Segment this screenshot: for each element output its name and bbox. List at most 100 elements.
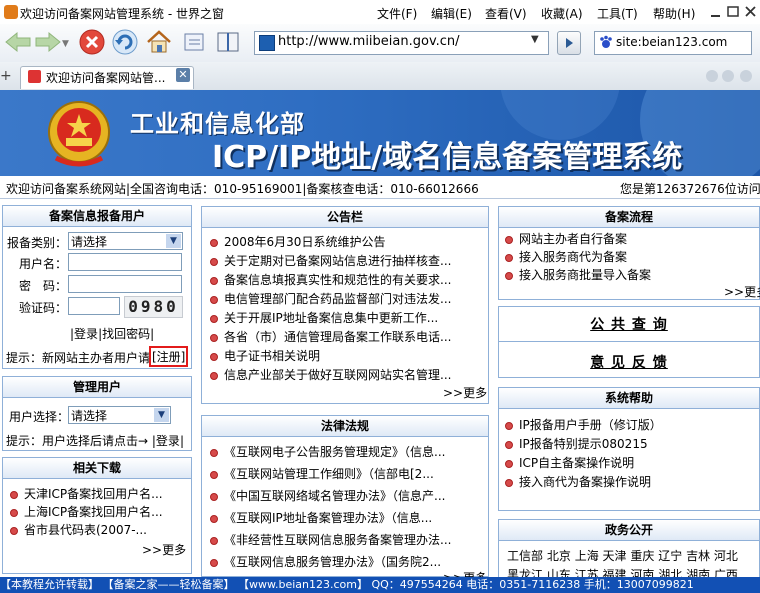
- gov-link[interactable]: 天津: [603, 549, 627, 563]
- notice-item[interactable]: 关于开展IP地址备案信息集中更新工作...: [210, 309, 480, 326]
- filing-type-select[interactable]: 请选择 ▼: [68, 232, 183, 250]
- notice-item[interactable]: 备案信息填报真实性和规范性的有关要求...: [210, 271, 480, 288]
- go-button[interactable]: [557, 31, 581, 55]
- process-item[interactable]: 网站主办者自行备案: [505, 230, 750, 247]
- gov-link[interactable]: 福建: [603, 568, 627, 577]
- notice-item[interactable]: 关于定期对已备案网站信息进行抽样核查...: [210, 252, 480, 269]
- search-input[interactable]: site:beian123.com: [616, 35, 727, 49]
- notice-item[interactable]: 各省（市）通信管理局备案工作联系电话...: [210, 328, 480, 345]
- gov-link[interactable]: 湖南: [686, 568, 710, 577]
- back-forward-group[interactable]: [4, 30, 62, 54]
- login-link[interactable]: 登录: [74, 327, 98, 341]
- help-item[interactable]: IP报备用户手册（修订版）: [505, 416, 750, 433]
- law-item[interactable]: 《互联网站管理工作细则》（信部电[2...: [210, 465, 480, 482]
- law-item[interactable]: 《互联网电子公告服务管理规定》（信息...: [210, 443, 480, 460]
- stop-icon[interactable]: [78, 28, 106, 56]
- tab-scroll-right-icon[interactable]: [722, 70, 734, 82]
- help-link[interactable]: IP报备特别提示080215: [519, 437, 648, 451]
- password-input[interactable]: [68, 275, 182, 293]
- process-more-link[interactable]: >>更多: [724, 283, 760, 300]
- history-dropdown-icon[interactable]: ▼: [62, 39, 69, 49]
- law-link[interactable]: 《互联网IP地址备案管理办法》（信息...: [224, 511, 432, 525]
- download-item[interactable]: 省市县代码表(2007-...: [10, 521, 185, 538]
- user-type-select[interactable]: 请选择 ▼: [68, 406, 171, 424]
- tab-scroll-left-icon[interactable]: [706, 70, 718, 82]
- refresh-icon[interactable]: [111, 28, 139, 56]
- notice-link[interactable]: 信息产业部关于做好互联网网站实名管理...: [224, 368, 451, 382]
- tab-list-icon[interactable]: [740, 70, 752, 82]
- gov-link[interactable]: 重庆: [630, 549, 654, 563]
- tab-title[interactable]: 欢迎访问备案网站管...: [46, 69, 165, 86]
- captcha-image[interactable]: 0980: [124, 296, 183, 318]
- home-icon[interactable]: [145, 28, 173, 56]
- notices-more-link[interactable]: >>更多: [443, 384, 487, 401]
- gov-link[interactable]: 广西: [714, 568, 738, 577]
- gov-link[interactable]: 上海: [575, 549, 599, 563]
- help-link[interactable]: 接入商代为备案操作说明: [519, 475, 651, 489]
- notice-item[interactable]: 信息产业部关于做好互联网网站实名管理...: [210, 366, 480, 383]
- notice-link[interactable]: 电子证书相关说明: [224, 349, 320, 363]
- baidu-paw-icon[interactable]: [599, 35, 613, 49]
- menu-view[interactable]: 查看(V): [485, 5, 527, 22]
- menu-edit[interactable]: 编辑(E): [431, 5, 472, 22]
- notice-link[interactable]: 2008年6月30日系统维护公告: [224, 235, 385, 249]
- feedback-button[interactable]: 意 见 反 馈: [498, 352, 760, 372]
- download-link[interactable]: 天津ICP备案找回用户名...: [24, 487, 163, 501]
- username-input[interactable]: [68, 253, 182, 271]
- law-item[interactable]: 《互联网IP地址备案管理办法》（信息...: [210, 509, 480, 526]
- law-link[interactable]: 《非经营性互联网信息服务备案管理办法...: [224, 533, 451, 547]
- download-link[interactable]: 省市县代码表(2007-...: [24, 523, 147, 537]
- help-item[interactable]: ICP自主备案操作说明: [505, 454, 750, 471]
- notice-item[interactable]: 2008年6月30日系统维护公告: [210, 233, 480, 250]
- gov-link[interactable]: 江苏: [575, 568, 599, 577]
- download-link[interactable]: 上海ICP备案找回用户名...: [24, 505, 163, 519]
- gov-link[interactable]: 山东: [547, 568, 571, 577]
- process-item[interactable]: 接入服务商代为备案: [505, 248, 750, 265]
- process-link[interactable]: 接入服务商批量导入备案: [519, 268, 651, 282]
- download-item[interactable]: 上海ICP备案找回用户名...: [10, 503, 185, 520]
- new-tab-plus-icon[interactable]: +: [0, 68, 12, 84]
- notice-link[interactable]: 备案信息填报真实性和规范性的有关要求...: [224, 273, 451, 287]
- address-url[interactable]: http://www.miibeian.gov.cn/: [278, 34, 460, 49]
- gov-link[interactable]: 湖北: [658, 568, 682, 577]
- notice-item[interactable]: 电子证书相关说明: [210, 347, 480, 364]
- gov-link[interactable]: 工信部: [507, 549, 543, 563]
- gov-link[interactable]: 黑龙江: [507, 568, 543, 577]
- downloads-more-link[interactable]: >>更多: [142, 541, 186, 558]
- manage-login-link[interactable]: 登录: [156, 434, 180, 448]
- menu-help[interactable]: 帮助(H): [653, 5, 695, 22]
- tab-close-icon[interactable]: ✕: [176, 68, 190, 82]
- notice-link[interactable]: 关于开展IP地址备案信息集中更新工作...: [224, 311, 438, 325]
- gov-link[interactable]: 北京: [547, 549, 571, 563]
- register-link[interactable]: [注册]: [149, 346, 189, 367]
- law-link[interactable]: 《互联网站管理工作细则》（信部电[2...: [224, 467, 434, 481]
- gov-link[interactable]: 辽宁: [658, 549, 682, 563]
- help-link[interactable]: IP报备用户手册（修订版）: [519, 418, 662, 432]
- law-item[interactable]: 《互联网信息服务管理办法》（国务院2...: [210, 553, 480, 570]
- law-link[interactable]: 《互联网电子公告服务管理规定》（信息...: [224, 445, 445, 459]
- notice-link[interactable]: 电信管理部门配合药品监督部门对违法发...: [224, 292, 451, 306]
- gov-link[interactable]: 河南: [630, 568, 654, 577]
- menu-tools[interactable]: 工具(T): [597, 5, 638, 22]
- law-item[interactable]: 《中国互联网络域名管理办法》（信息产...: [210, 487, 480, 504]
- notice-link[interactable]: 各省（市）通信管理局备案工作联系电话...: [224, 330, 451, 344]
- law-link[interactable]: 《中国互联网络域名管理办法》（信息产...: [224, 489, 445, 503]
- captcha-input[interactable]: [68, 297, 120, 315]
- download-item[interactable]: 天津ICP备案找回用户名...: [10, 485, 185, 502]
- process-link[interactable]: 网站主办者自行备案: [519, 232, 627, 246]
- help-link[interactable]: ICP自主备案操作说明: [519, 456, 634, 470]
- law-item[interactable]: 《非经营性互联网信息服务备案管理办法...: [210, 531, 480, 548]
- notice-link[interactable]: 关于定期对已备案网站信息进行抽样核查...: [224, 254, 451, 268]
- favorites-book-icon[interactable]: [214, 28, 242, 56]
- law-link[interactable]: 《互联网信息服务管理办法》（国务院2...: [224, 555, 441, 569]
- notice-item[interactable]: 电信管理部门配合药品监督部门对违法发...: [210, 290, 480, 307]
- gov-link[interactable]: 河北: [714, 549, 738, 563]
- laws-more-link[interactable]: >>更多: [443, 569, 487, 577]
- menu-favorites[interactable]: 收藏(A): [541, 5, 583, 22]
- process-link[interactable]: 接入服务商代为备案: [519, 250, 627, 264]
- help-item[interactable]: 接入商代为备案操作说明: [505, 473, 750, 490]
- recover-password-link[interactable]: 找回密码: [102, 327, 150, 341]
- gov-link[interactable]: 吉林: [686, 549, 710, 563]
- help-item[interactable]: IP报备特别提示080215: [505, 435, 750, 452]
- history-icon[interactable]: [180, 28, 208, 56]
